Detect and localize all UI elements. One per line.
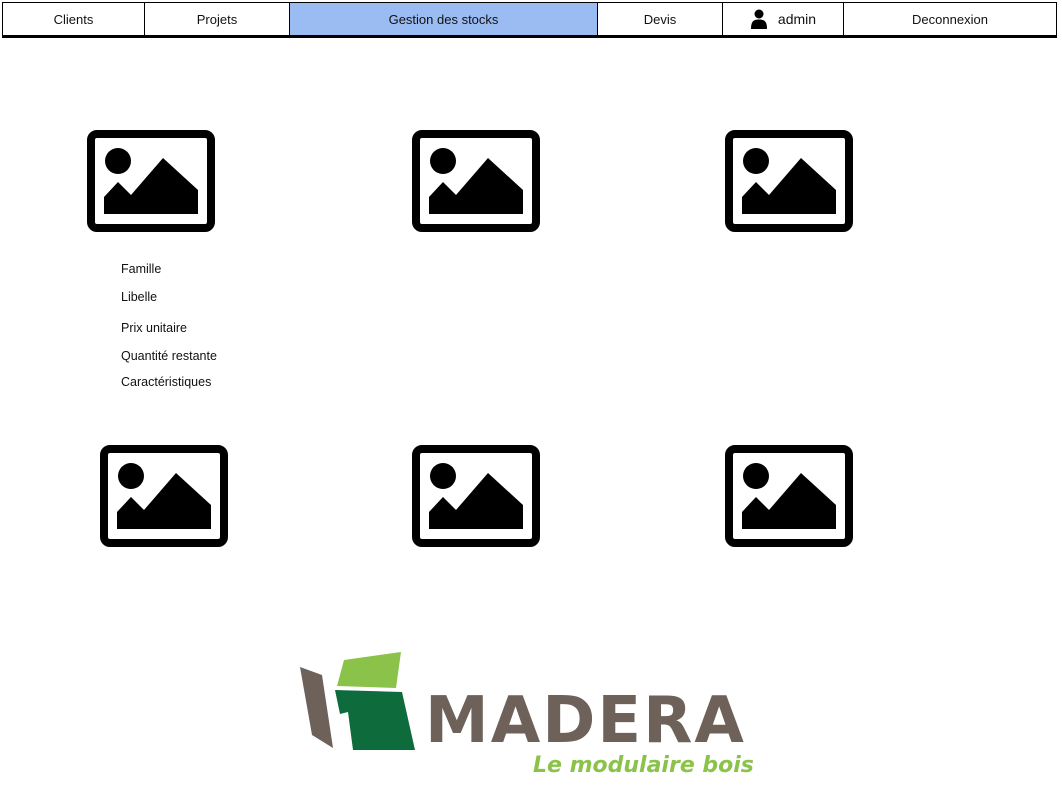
product-image-placeholder-icon[interactable]: [725, 130, 853, 232]
madera-logo: MADERA Le modulaire bois: [300, 650, 760, 790]
product-image-placeholder-icon[interactable]: [100, 445, 228, 547]
logo-tagline: Le modulaire bois: [533, 753, 754, 778]
nav-projets[interactable]: Projets: [145, 3, 290, 35]
user-icon: [750, 9, 767, 29]
product-image-placeholder-icon[interactable]: [412, 445, 540, 547]
detail-libelle: Libelle: [121, 290, 158, 304]
nav-devis[interactable]: Devis: [598, 3, 723, 35]
nav-projets-label: Projets: [196, 11, 238, 27]
nav-user-label: admin: [777, 11, 817, 27]
nav-deconnexion[interactable]: Deconnexion: [844, 3, 1056, 35]
nav-gestion-des-stocks-label: Gestion des stocks: [388, 11, 499, 27]
nav-gestion-des-stocks[interactable]: Gestion des stocks: [290, 3, 598, 35]
nav-devis-label: Devis: [643, 11, 677, 27]
detail-prix-unitaire: Prix unitaire: [121, 321, 187, 335]
nav-user[interactable]: admin: [723, 3, 844, 35]
logo-mark-icon: [300, 652, 415, 750]
detail-caracteristiques: Caractéristiques: [121, 375, 212, 389]
detail-famille: Famille: [121, 262, 162, 276]
top-nav: Clients Projets Gestion des stocks Devis…: [2, 2, 1057, 38]
product-image-placeholder-icon[interactable]: [412, 130, 540, 232]
logo-name: MADERA: [425, 684, 746, 758]
detail-quantite-restante: Quantité restante: [121, 349, 217, 363]
nav-clients[interactable]: Clients: [3, 3, 145, 35]
product-image-placeholder-icon[interactable]: [87, 130, 215, 232]
nav-deconnexion-label: Deconnexion: [912, 11, 988, 27]
nav-clients-label: Clients: [53, 11, 94, 27]
product-image-placeholder-icon[interactable]: [725, 445, 853, 547]
